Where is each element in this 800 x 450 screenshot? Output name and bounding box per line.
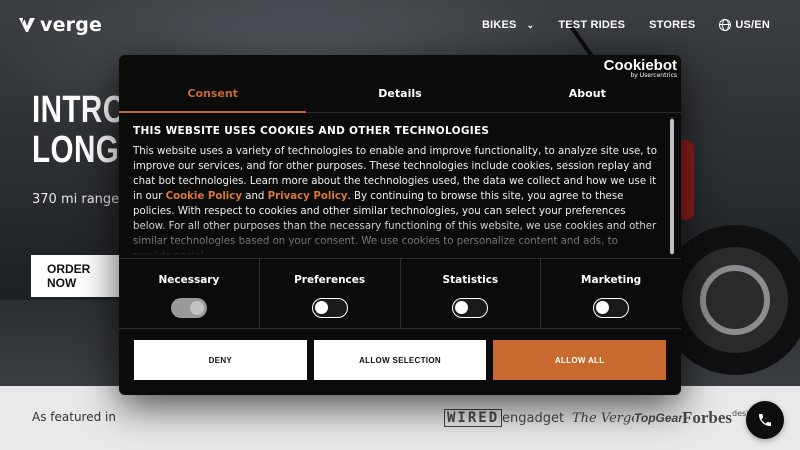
category-preferences: Preferences — [260, 259, 401, 328]
privacy-policy-link[interactable]: Privacy Policy — [268, 191, 348, 202]
deny-button[interactable]: DENY — [134, 340, 307, 380]
category-necessary-label: Necessary — [158, 274, 220, 286]
category-preferences-label: Preferences — [294, 274, 366, 286]
order-now-label: ORDER NOW — [47, 262, 91, 290]
cookie-consent-dialog: Cookiebot by Usercentrics Consent Detail… — [119, 55, 681, 395]
necessary-toggle — [170, 298, 207, 318]
verge-logo-icon — [19, 18, 35, 32]
featured-strip: As featured in WIRED engadget The Verge … — [0, 386, 800, 450]
phone-icon — [759, 414, 771, 426]
featured-label: As featured in — [32, 410, 116, 424]
top-nav: verge BIKES ⌄ TEST RIDES STORES US/EN — [0, 0, 800, 52]
brand-name: verge — [40, 14, 103, 36]
toggle-knob — [189, 301, 204, 315]
toggle-knob — [455, 301, 469, 314]
category-necessary: Necessary — [119, 259, 260, 328]
nav-locale-label: US/EN — [735, 19, 770, 31]
marketing-toggle[interactable] — [593, 298, 630, 318]
forbes-logo: Forbes — [682, 408, 732, 427]
cookie-heading: THIS WEBSITE USES COOKIES AND OTHER TECH… — [133, 125, 490, 137]
cookie-scrollbar-thumb[interactable] — [670, 119, 674, 254]
consent-categories: Necessary Preferences Statistics Marketi… — [119, 258, 681, 329]
nav-locale[interactable]: US/EN — [719, 19, 770, 31]
nav-bikes[interactable]: BIKES ⌄ — [482, 19, 534, 31]
tab-details[interactable]: Details — [306, 85, 493, 112]
call-button[interactable] — [746, 401, 784, 439]
wired-logo: WIRED — [444, 409, 502, 427]
cookie-body-fade — [133, 220, 659, 255]
nav-test-rides[interactable]: TEST RIDES — [558, 19, 625, 31]
tab-about[interactable]: About — [494, 85, 681, 112]
preferences-toggle[interactable] — [311, 298, 348, 318]
category-statistics: Statistics — [401, 259, 542, 328]
tab-consent[interactable]: Consent — [119, 85, 307, 113]
engadget-logo: engadget — [502, 410, 565, 426]
brand-logo[interactable]: verge — [18, 14, 102, 36]
cookie-text-and: and — [241, 191, 268, 202]
globe-icon — [719, 19, 732, 31]
motorcycle-rim — [700, 265, 770, 335]
the-verge-logo: The Verge — [572, 410, 634, 426]
category-marketing: Marketing — [541, 259, 681, 328]
cookie-body[interactable]: THIS WEBSITE USES COOKIES AND OTHER TECH… — [133, 125, 659, 255]
consent-buttons: DENY ALLOW SELECTION ALLOW ALL — [134, 340, 667, 380]
toggle-knob — [596, 301, 610, 314]
allow-selection-button[interactable]: ALLOW SELECTION — [313, 340, 487, 380]
nav-bikes-label: BIKES — [481, 19, 517, 31]
cookie-policy-link[interactable]: Cookie Policy — [166, 191, 242, 202]
cookiebot-logo[interactable]: Cookiebot by Usercentrics — [604, 57, 677, 79]
nav-links: BIKES ⌄ TEST RIDES STORES US/EN — [482, 19, 770, 31]
statistics-toggle[interactable] — [452, 298, 489, 318]
cookie-tabs: Consent Details About — [119, 85, 681, 113]
toggle-knob — [314, 301, 328, 314]
allow-all-button[interactable]: ALLOW ALL — [493, 340, 667, 380]
chevron-down-icon: ⌄ — [526, 19, 535, 30]
category-statistics-label: Statistics — [442, 274, 499, 286]
press-logos: WIRED engadget The Verge TopGear Forbes … — [444, 408, 756, 428]
topgear-logo: TopGear — [634, 411, 682, 425]
nav-stores[interactable]: STORES — [649, 19, 695, 31]
category-marketing-label: Marketing — [581, 274, 642, 286]
